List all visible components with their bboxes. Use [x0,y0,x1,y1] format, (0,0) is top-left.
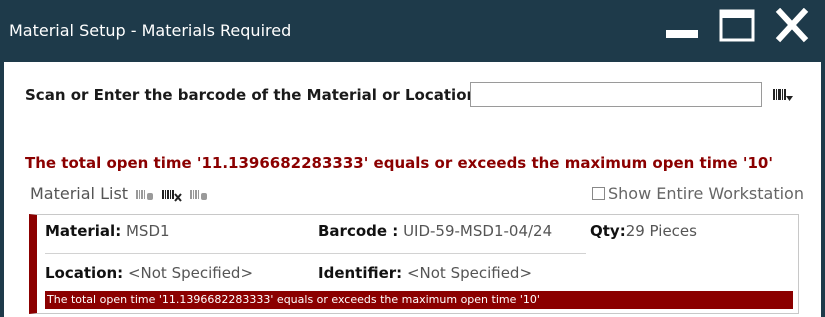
barcode-label: Barcode : [318,222,399,240]
identifier-label: Identifier: [318,264,403,282]
barcode-input[interactable] [470,82,762,107]
material-value: MSD1 [125,222,170,240]
barcode-icon[interactable] [136,190,153,200]
location-field: Location: <Not Specified> [45,264,253,282]
close-button[interactable] [772,7,812,44]
open-time-alert: The total open time '11.1396682283333' e… [25,154,773,172]
close-icon [775,7,809,43]
location-value: <Not Specified> [127,264,254,282]
material-label: Material: [45,222,122,240]
material-list-header: Material List [30,184,129,203]
identifier-field: Identifier: <Not Specified> [318,264,532,282]
qty-value: 29 Pieces [625,222,697,240]
material-list-toolbar [136,186,212,204]
qty-label: Qty: [590,222,626,240]
barcode-icon[interactable] [190,190,207,200]
scan-label: Scan or Enter the barcode of the Materia… [25,86,484,104]
material-field: Material: MSD1 [45,222,170,240]
identifier-value: <Not Specified> [406,264,533,282]
scan-barcode-button[interactable] [772,87,794,103]
location-label: Location: [45,264,124,282]
qty-field: Qty:29 Pieces [590,222,697,240]
window-title: Material Setup - Materials Required [9,21,292,40]
barcode-icon [773,89,793,101]
maximize-icon [719,9,755,42]
maximize-button[interactable] [717,8,757,44]
checkbox-box[interactable] [592,187,605,200]
minimize-button[interactable] [662,8,702,44]
show-entire-workstation-checkbox[interactable]: Show Entire Workstation [592,184,804,203]
show-entire-label: Show Entire Workstation [608,184,804,203]
barcode-field: Barcode : UID-59-MSD1-04/24 [318,222,552,240]
minimize-icon [666,30,698,38]
barcode-remove-icon[interactable] [162,190,182,202]
field-divider [45,253,586,254]
item-warning-bar: The total open time '11.1396682283333' e… [45,291,793,309]
barcode-value: UID-59-MSD1-04/24 [403,222,553,240]
